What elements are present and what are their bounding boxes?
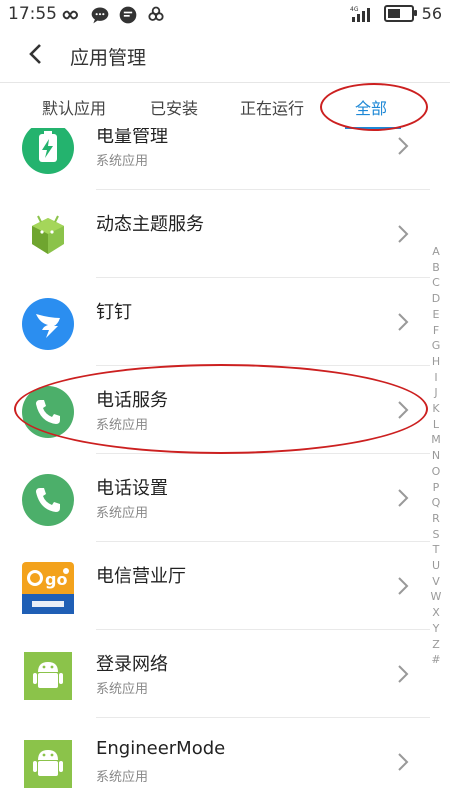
battery-fill xyxy=(387,9,400,18)
battery-manager-icon xyxy=(22,128,74,174)
status-bar: 17:55 4G 56 xyxy=(0,0,450,30)
alphabet-letter[interactable]: O xyxy=(428,464,444,480)
alphabet-letter[interactable]: G xyxy=(428,338,444,354)
alphabet-letter[interactable]: D xyxy=(428,291,444,307)
battery-icon xyxy=(383,5,417,22)
chevron-right-icon xyxy=(398,577,409,595)
app-subtitle: 系统应用 xyxy=(96,682,149,697)
alphabet-letter[interactable]: S xyxy=(428,527,444,543)
alphabet-letter[interactable]: F xyxy=(428,323,444,339)
list-item-login-network[interactable]: 登录网络 系统应用 xyxy=(0,630,430,718)
alphabet-letter[interactable]: P xyxy=(428,480,444,496)
alphabet-letter[interactable]: T xyxy=(428,542,444,558)
alphabet-letter[interactable]: B xyxy=(428,260,444,276)
app-name: 电话设置 xyxy=(96,478,168,499)
alphabet-letter[interactable]: R xyxy=(428,511,444,527)
list-item-theme-service[interactable]: 动态主题服务 xyxy=(0,190,430,278)
alphabet-letter[interactable]: Y xyxy=(428,621,444,637)
chevron-right-icon xyxy=(398,225,409,243)
alphabet-letter[interactable]: N xyxy=(428,448,444,464)
alphabet-letter[interactable]: V xyxy=(428,574,444,590)
annotation-oval-phone-service xyxy=(14,364,428,454)
app-name: EngineerMode xyxy=(96,738,226,759)
alphabet-letter[interactable]: U xyxy=(428,558,444,574)
android-icon xyxy=(24,652,72,700)
app-subtitle: 系统应用 xyxy=(96,154,149,169)
network-type: 4G xyxy=(350,6,359,13)
app-header: 应用管理 xyxy=(0,30,450,80)
annotation-oval-tab xyxy=(320,83,428,131)
app-name: 登录网络 xyxy=(96,654,168,675)
telecom-go-icon: go xyxy=(22,562,74,614)
list-item-battery-manager[interactable]: 电量管理 系统应用 xyxy=(0,128,430,190)
app-subtitle: 系统应用 xyxy=(96,506,149,521)
chevron-right-icon xyxy=(398,313,409,331)
android-cube-icon xyxy=(32,215,64,254)
tab-running[interactable]: 正在运行 xyxy=(240,95,304,119)
list-item-telecom-hall[interactable]: go 电信营业厅 xyxy=(0,542,430,630)
chevron-right-icon xyxy=(398,137,409,155)
app-list: 电量管理 系统应用 动态主题服务 钉钉 电话服务 系统应用 电话设置 系统应用 … xyxy=(0,128,430,800)
battery-level: 56 xyxy=(421,4,442,23)
alphabet-letter[interactable]: W xyxy=(428,589,444,605)
alphabet-letter[interactable]: M xyxy=(428,432,444,448)
alphabet-letter[interactable]: I xyxy=(428,370,444,386)
chevron-right-icon xyxy=(398,489,409,507)
app-name: 电信营业厅 xyxy=(96,566,186,587)
app-name: 钉钉 xyxy=(96,302,132,323)
dingtalk-icon xyxy=(22,298,74,350)
tab-installed[interactable]: 已安装 xyxy=(150,95,198,119)
list-item-phone-settings[interactable]: 电话设置 系统应用 xyxy=(0,454,430,542)
alphabet-letter[interactable]: A xyxy=(428,244,444,260)
status-notification-icons xyxy=(62,5,166,25)
link-app-icon xyxy=(148,6,164,21)
alphabet-index[interactable]: A B C D E F G H I J K L M N O P Q R S T U V W X Y Z # xyxy=(428,244,444,668)
phone-icon xyxy=(22,474,74,526)
status-right: 4G 56 xyxy=(350,4,442,23)
page-title: 应用管理 xyxy=(70,47,147,69)
alphabet-letter[interactable]: E xyxy=(428,307,444,323)
message-icon xyxy=(119,6,137,24)
status-time: 17:55 xyxy=(8,4,57,24)
alphabet-letter[interactable]: X xyxy=(428,605,444,621)
alphabet-letter[interactable]: L xyxy=(428,417,444,433)
android-icon xyxy=(24,740,72,788)
list-item-engineer-mode[interactable]: EngineerMode 系统应用 xyxy=(0,718,430,800)
alphabet-letter[interactable]: C xyxy=(428,275,444,291)
app-name: 电量管理 xyxy=(96,128,168,147)
chevron-right-icon xyxy=(398,665,409,683)
app-subtitle: 系统应用 xyxy=(96,770,149,785)
back-arrow-icon[interactable] xyxy=(24,42,48,66)
alphabet-letter[interactable]: Z xyxy=(428,637,444,653)
alphabet-letter[interactable]: J xyxy=(428,385,444,401)
infinity-icon xyxy=(62,10,79,20)
alphabet-letter[interactable]: K xyxy=(428,401,444,417)
chat-bubble-icon xyxy=(91,7,109,24)
chevron-right-icon xyxy=(398,753,409,771)
list-item-dingtalk[interactable]: 钉钉 xyxy=(0,278,430,366)
signal-icon: 4G xyxy=(350,6,370,22)
tab-default-apps[interactable]: 默认应用 xyxy=(42,95,106,119)
alphabet-letter[interactable]: # xyxy=(428,652,444,668)
app-name: 动态主题服务 xyxy=(96,214,204,235)
alphabet-letter[interactable]: H xyxy=(428,354,444,370)
alphabet-letter[interactable]: Q xyxy=(428,495,444,511)
